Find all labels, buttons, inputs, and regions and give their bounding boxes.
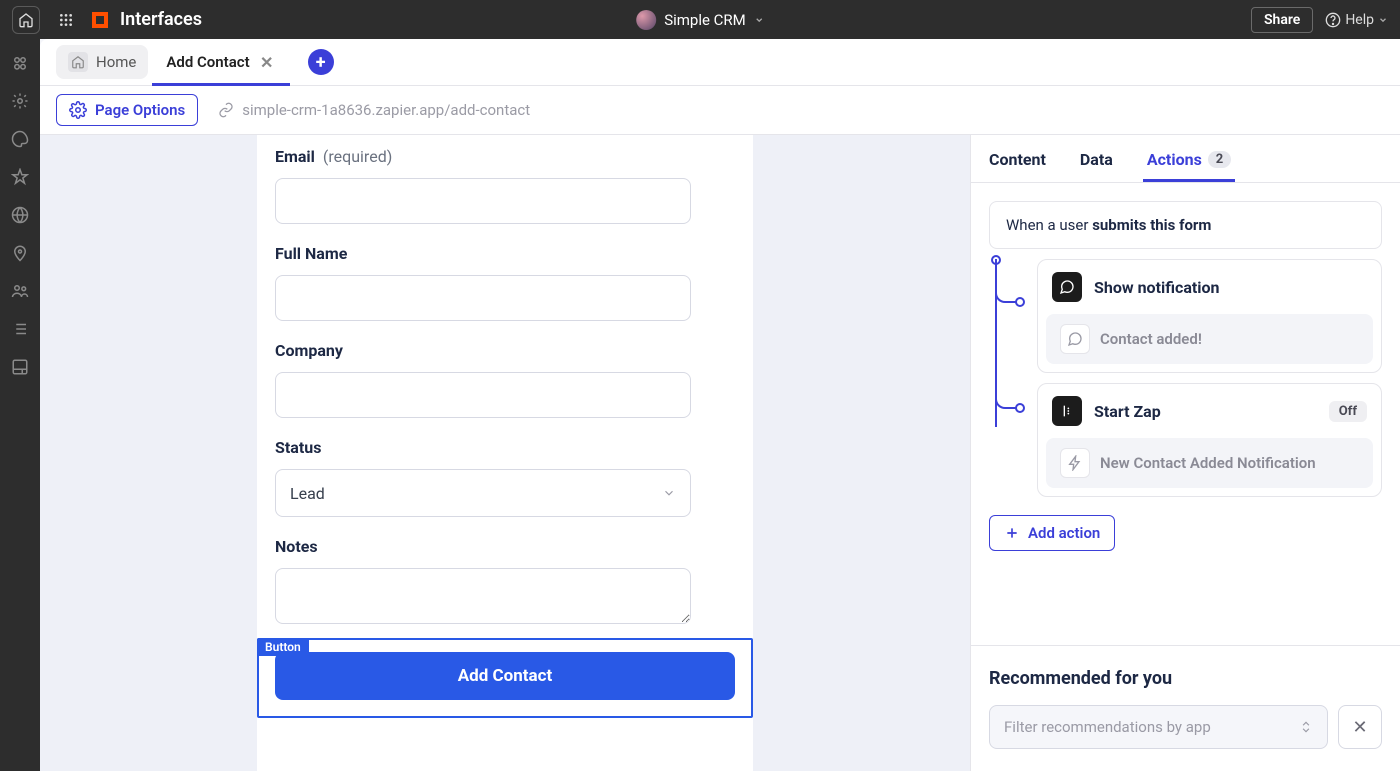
page-url-text: simple-crm-1a8636.zapier.app/add-contact [242, 101, 530, 119]
bolt-icon [1060, 448, 1090, 478]
submit-button[interactable]: Add Contact [275, 652, 735, 700]
select-arrows-icon [1299, 720, 1313, 734]
actions-count-badge: 2 [1208, 151, 1231, 168]
page-options-button[interactable]: Page Options [56, 94, 198, 126]
help-menu[interactable]: Help [1325, 12, 1388, 28]
off-badge: Off [1329, 401, 1367, 422]
apps-grid-icon[interactable] [52, 6, 80, 34]
field-fullname: Full Name [275, 244, 735, 321]
action-title: Show notification [1094, 278, 1367, 297]
action-subtitle-row: Contact added! [1046, 314, 1373, 364]
notes-label: Notes [275, 537, 318, 556]
close-recommendations-button[interactable]: ✕ [1338, 705, 1382, 749]
filter-recommendations-select[interactable]: Filter recommendations by app [989, 705, 1328, 749]
action-flow: Show notification Contact added! [989, 259, 1382, 497]
tab-home-label: Home [96, 53, 136, 71]
rail-gear-icon[interactable] [10, 91, 30, 111]
recommendations-title: Recommended for you [989, 668, 1382, 689]
rail-people-icon[interactable] [10, 53, 30, 73]
chevron-down-icon [754, 15, 764, 25]
notification-icon [1052, 272, 1082, 302]
top-bar: Interfaces Simple CRM Share Help [0, 0, 1400, 39]
email-input[interactable] [275, 178, 691, 224]
status-label: Status [275, 438, 321, 457]
right-panel-body: When a user submits this form Show notif… [971, 183, 1400, 645]
fullname-input[interactable] [275, 275, 691, 321]
tab-home[interactable]: Home [56, 45, 148, 79]
notes-input[interactable] [275, 568, 691, 624]
company-input[interactable] [275, 372, 691, 418]
right-panel-tabs: Content Data Actions 2 [971, 135, 1400, 183]
field-company: Company [275, 341, 735, 418]
workspace-switcher[interactable]: Simple CRM [636, 10, 764, 30]
status-value: Lead [290, 484, 325, 503]
action-subtitle: Contact added! [1100, 330, 1202, 348]
chevron-down-icon [662, 486, 676, 500]
help-label: Help [1345, 12, 1374, 28]
form-card: Email (required) Full Name Company Statu… [257, 135, 753, 771]
rail-list-icon[interactable] [10, 319, 30, 339]
tab-close-icon[interactable]: ✕ [258, 53, 276, 71]
rail-globe-icon[interactable] [10, 205, 30, 225]
action-subtitle: New Contact Added Notification [1100, 454, 1316, 472]
app-title: Interfaces [120, 9, 202, 30]
add-action-label: Add action [1028, 524, 1100, 542]
rail-star-icon[interactable] [10, 167, 30, 187]
tab-data[interactable]: Data [1080, 150, 1113, 181]
home-icon[interactable] [12, 6, 40, 34]
add-action-button[interactable]: Add action [989, 515, 1115, 551]
company-label: Company [275, 341, 343, 360]
email-label: Email [275, 147, 315, 166]
message-icon [1060, 324, 1090, 354]
fullname-label: Full Name [275, 244, 347, 263]
action-card-notification[interactable]: Show notification Contact added! [1037, 259, 1382, 373]
recommendations-section: Recommended for you Filter recommendatio… [971, 645, 1400, 771]
rail-pin-icon[interactable] [10, 243, 30, 263]
avatar-icon [636, 10, 656, 30]
right-panel: Content Data Actions 2 When a user submi… [970, 135, 1400, 771]
flow-connector [995, 289, 1019, 303]
rail-users-icon[interactable] [10, 281, 30, 301]
flow-connector [995, 395, 1019, 409]
action-card-zap[interactable]: Start Zap Off New Contact Added Notifica… [1037, 383, 1382, 497]
trigger-event: submits this form [1092, 216, 1211, 234]
brand-logo-icon [92, 12, 108, 28]
trigger-summary[interactable]: When a user submits this form [989, 201, 1382, 249]
filter-placeholder: Filter recommendations by app [1004, 718, 1211, 736]
field-email: Email (required) [275, 147, 735, 224]
content-area: Email (required) Full Name Company Statu… [40, 135, 1400, 771]
tab-add-button[interactable]: + [308, 49, 334, 75]
field-notes: Notes [275, 537, 735, 628]
trigger-prefix: When a user [1006, 216, 1092, 234]
action-subtitle-row: New Contact Added Notification [1046, 438, 1373, 488]
workspace: Home Add Contact ✕ + Page Options simple… [40, 39, 1400, 771]
home-tab-icon [68, 52, 88, 72]
workspace-name: Simple CRM [664, 11, 746, 29]
rail-layout-icon[interactable] [10, 357, 30, 377]
rail-palette-icon[interactable] [10, 129, 30, 149]
field-status: Status Lead [275, 438, 735, 517]
selection-tag: Button [257, 638, 309, 656]
share-button[interactable]: Share [1251, 7, 1313, 33]
tab-actions[interactable]: Actions 2 [1147, 150, 1231, 181]
status-select[interactable]: Lead [275, 469, 691, 517]
required-indicator: (required) [323, 147, 392, 166]
tab-strip: Home Add Contact ✕ + [40, 39, 1400, 86]
zap-icon [1052, 396, 1082, 426]
selected-button-wrapper[interactable]: Button Add Contact [257, 638, 753, 718]
form-canvas: Email (required) Full Name Company Statu… [40, 135, 970, 771]
options-bar: Page Options simple-crm-1a8636.zapier.ap… [40, 86, 1400, 135]
left-nav-rail [0, 39, 40, 771]
tab-content[interactable]: Content [989, 150, 1046, 181]
action-title: Start Zap [1094, 402, 1317, 421]
page-options-label: Page Options [95, 101, 185, 119]
tab-add-contact[interactable]: Add Contact ✕ [152, 39, 289, 85]
tab-add-contact-label: Add Contact [166, 53, 249, 71]
page-url[interactable]: simple-crm-1a8636.zapier.app/add-contact [218, 101, 530, 119]
